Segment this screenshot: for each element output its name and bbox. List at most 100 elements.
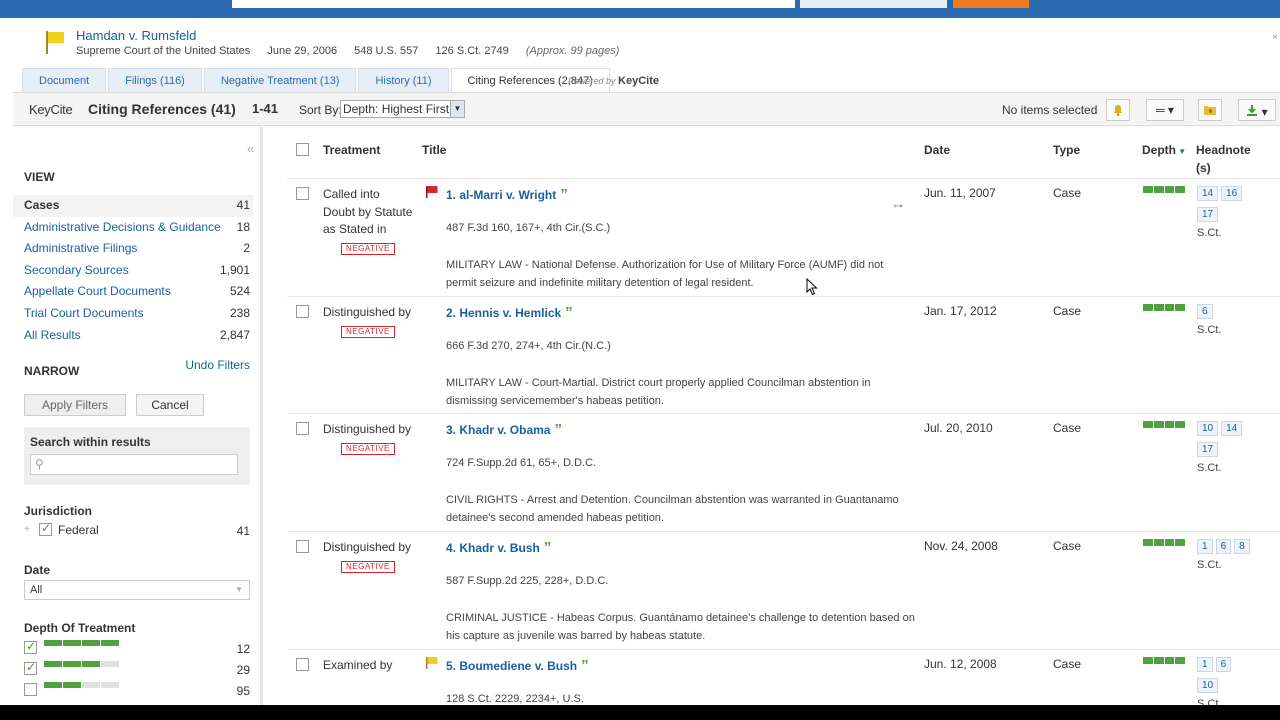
download-icon[interactable]: ▾ xyxy=(1238,99,1276,121)
headnote-link[interactable]: 1 xyxy=(1197,539,1213,554)
case-link[interactable]: 4. Khadr v. Bush” xyxy=(446,539,551,556)
headnote-link[interactable]: 14 xyxy=(1221,421,1243,436)
global-search-input[interactable] xyxy=(232,0,795,8)
header-title[interactable]: Title xyxy=(422,143,446,157)
headnote-link[interactable]: 10 xyxy=(1197,421,1219,436)
selection-status: No items selected xyxy=(1002,103,1098,117)
depth-bar xyxy=(1143,657,1185,664)
headnote-link[interactable]: 16 xyxy=(1221,186,1243,201)
treatment-text: Distinguished by xyxy=(323,305,412,319)
row-checkbox[interactable] xyxy=(296,540,309,553)
view-item-cases[interactable]: Cases 41 xyxy=(13,195,253,217)
view-item-count: 238 xyxy=(229,305,250,320)
depth-4-checkbox[interactable] xyxy=(24,639,37,654)
headnote-link[interactable]: 8 xyxy=(1234,539,1250,554)
select-all-checkbox[interactable] xyxy=(296,143,309,156)
header-depth[interactable]: Depth ▼ xyxy=(1142,143,1186,157)
view-heading: VIEW xyxy=(24,170,55,184)
case-type: Case xyxy=(1053,421,1082,435)
list-view-icon[interactable]: ═ ▾ xyxy=(1146,99,1184,121)
treatment-text: Examined by xyxy=(323,658,393,672)
cancel-button[interactable]: Cancel xyxy=(136,394,204,416)
negative-badge: NEGATIVE xyxy=(341,242,395,255)
negative-badge: NEGATIVE xyxy=(341,442,395,455)
case-link[interactable]: 1. al-Marri v. Wright” xyxy=(446,186,568,203)
case-date: Jan. 17, 2012 xyxy=(924,304,997,318)
case-title-text: 3. Khadr v. Obama xyxy=(446,423,551,437)
row-checkbox[interactable] xyxy=(296,187,309,200)
row-checkbox[interactable] xyxy=(296,422,309,435)
citation-sct: 126 S.Ct. 2749 xyxy=(435,45,509,57)
header-type[interactable]: Type xyxy=(1053,143,1080,157)
jurisdiction-federal: + Federal 41 xyxy=(24,521,250,541)
view-item-label: All Results xyxy=(24,327,81,342)
jurisdiction-selector[interactable] xyxy=(800,0,947,8)
row-checkbox[interactable] xyxy=(296,658,309,671)
citation-us: 548 U.S. 557 xyxy=(354,45,419,57)
case-link[interactable]: 2. Hennis v. Hemlick” xyxy=(446,304,573,321)
depth-3-checkbox[interactable] xyxy=(24,660,37,675)
headnote-link[interactable]: 14 xyxy=(1197,186,1219,201)
header-treatment[interactable]: Treatment xyxy=(323,143,380,157)
view-item-label: Appellate Court Documents xyxy=(24,284,171,299)
headnote-link[interactable]: 1 xyxy=(1197,657,1213,672)
sort-value: Depth: Highest First xyxy=(343,102,450,116)
case-type: Case xyxy=(1053,304,1082,318)
view-item-all-results[interactable]: All Results 2,847 xyxy=(13,325,253,347)
treatment-cell: Examined by xyxy=(323,657,415,675)
tab-history[interactable]: History (11) xyxy=(358,68,449,92)
case-metadata: Supreme Court of the United States June … xyxy=(76,45,633,57)
case-title-text: 4. Khadr v. Bush xyxy=(446,541,540,555)
headnotes: 168 S.Ct. xyxy=(1197,538,1257,571)
table-row: Distinguished by NEGATIVE 4. Khadr v. Bu… xyxy=(287,532,1280,650)
negative-badge: NEGATIVE xyxy=(341,325,395,338)
federal-count: 41 xyxy=(236,524,250,538)
date-dropdown[interactable]: All ▼ xyxy=(24,580,250,600)
keycite-logo: KeyCite xyxy=(29,102,73,117)
bell-icon[interactable] xyxy=(1106,99,1130,121)
headnote-link[interactable]: 6 xyxy=(1215,539,1232,554)
headnote-link[interactable]: 17 xyxy=(1197,442,1219,457)
collapse-sidebar-icon[interactable]: « xyxy=(247,141,254,156)
header-headnote[interactable]: Headnote (s) xyxy=(1196,142,1266,177)
depth-heading: Depth Of Treatment xyxy=(24,621,136,635)
case-type: Case xyxy=(1053,657,1082,671)
red-flag-icon xyxy=(426,186,438,198)
depth-2-checkbox[interactable] xyxy=(24,683,37,696)
negative-badge: NEGATIVE xyxy=(341,560,395,573)
headnote-link[interactable]: 17 xyxy=(1197,207,1219,222)
close-icon[interactable]: × xyxy=(1272,32,1278,43)
row-checkbox[interactable] xyxy=(296,305,309,318)
quote-icon: ” xyxy=(543,539,552,556)
headnote-link[interactable]: 10 xyxy=(1197,678,1219,693)
tab-filings[interactable]: Filings (116) xyxy=(108,68,202,92)
quote-icon: ” xyxy=(560,186,568,203)
case-link[interactable]: 5. Boumediene v. Bush” xyxy=(446,657,589,674)
folder-icon[interactable] xyxy=(1198,99,1222,121)
federal-checkbox[interactable] xyxy=(39,521,52,536)
expand-icon[interactable]: + xyxy=(24,524,30,535)
view-item-secondary-sources[interactable]: Secondary Sources 1,901 xyxy=(13,260,253,282)
headnote-link[interactable]: 6 xyxy=(1197,304,1213,319)
header-date[interactable]: Date xyxy=(924,143,950,157)
case-link[interactable]: 3. Khadr v. Obama” xyxy=(446,421,562,438)
view-item-appellate-docs[interactable]: Appellate Court Documents 524 xyxy=(13,281,253,303)
tab-negative-treatment[interactable]: Negative Treatment (13) xyxy=(203,68,357,92)
table-row: Distinguished by NEGATIVE 2. Hennis v. H… xyxy=(287,297,1280,414)
powered-by-text: Powered by xyxy=(568,76,616,86)
headnote-link[interactable]: 6 xyxy=(1215,657,1232,672)
view-item-count: 2 xyxy=(243,241,250,256)
tab-document[interactable]: Document xyxy=(22,68,107,92)
sort-dropdown[interactable]: Depth: Highest First ▼ xyxy=(340,100,465,118)
apply-filters-button[interactable]: Apply Filters xyxy=(24,394,126,416)
citation: 487 F.3d 160, 167+, 4th Cir.(S.C.) xyxy=(446,222,611,234)
bottom-edge xyxy=(0,705,1280,720)
case-date: Jun. 12, 2008 xyxy=(924,657,997,671)
global-search-button[interactable] xyxy=(953,0,1029,8)
view-item-admin-filings[interactable]: Administrative Filings 2 xyxy=(13,238,253,260)
table-row: Distinguished by NEGATIVE 3. Khadr v. Ob… xyxy=(287,414,1280,532)
search-within-input[interactable]: ⚲ xyxy=(30,454,238,475)
view-item-admin-decisions[interactable]: Administrative Decisions & Guidance 18 xyxy=(13,217,253,239)
view-item-trial-docs[interactable]: Trial Court Documents 238 xyxy=(13,303,253,325)
undo-filters-link[interactable]: Undo Filters xyxy=(185,358,250,372)
